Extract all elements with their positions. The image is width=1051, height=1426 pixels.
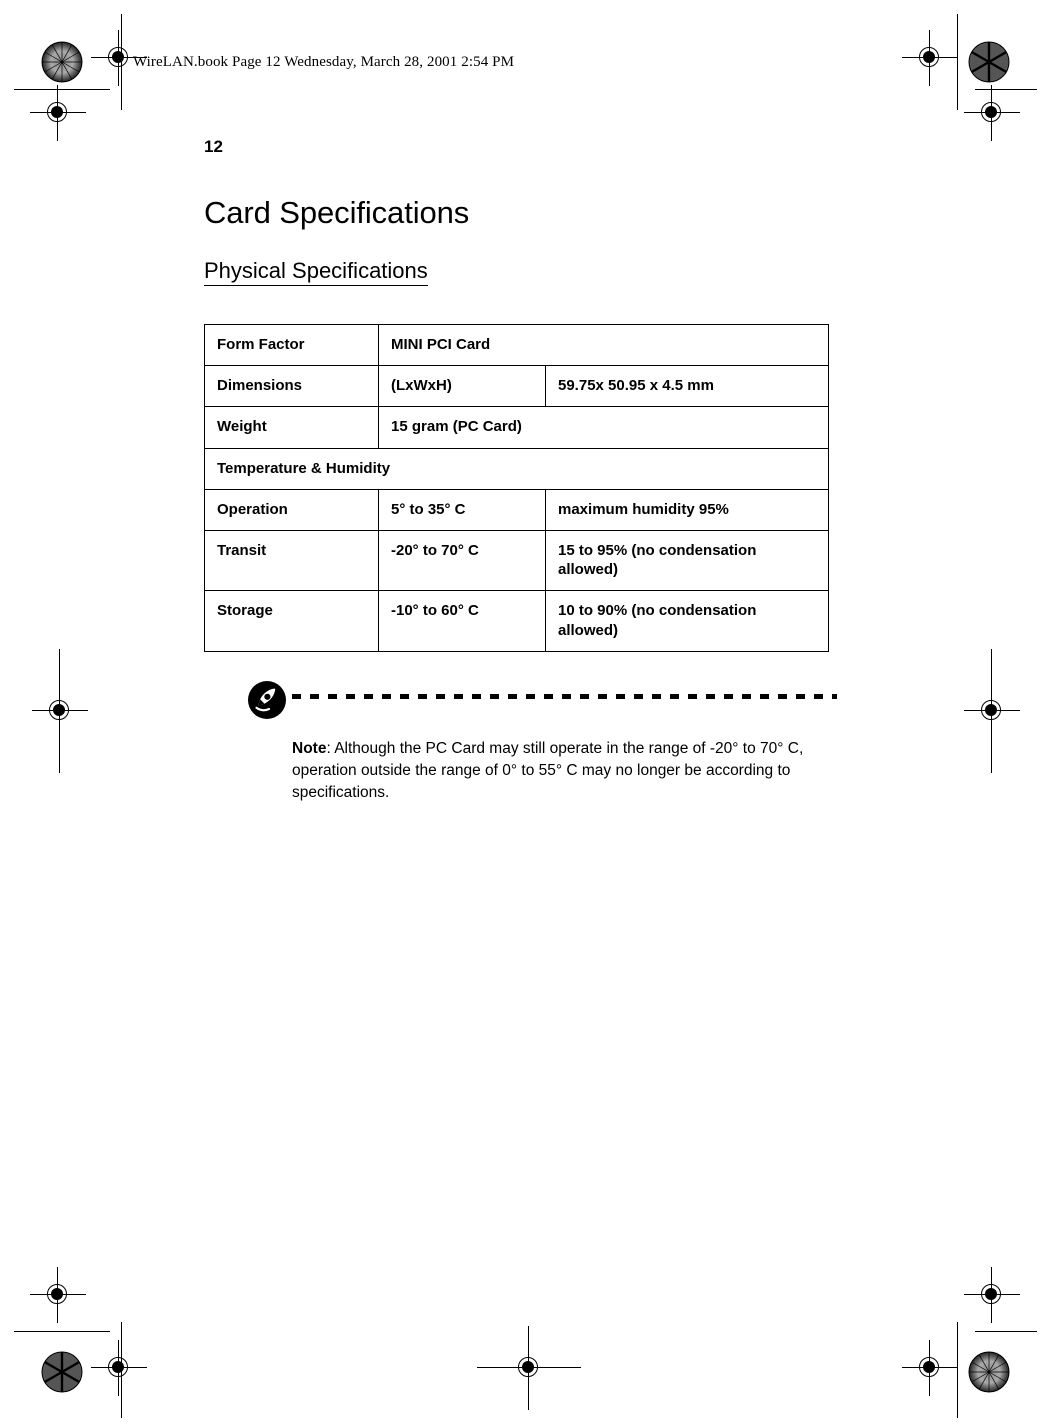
page-number: 12 — [204, 137, 223, 156]
cell-operation-temperature: 5° to 35° C — [378, 488, 546, 531]
cell-storage-humidity: 10 to 90% (no condensation allowed) — [545, 590, 829, 652]
note-divider-dashed-rule — [292, 694, 837, 699]
registration-crosshair-upper-right — [964, 85, 1020, 141]
cell-temperature-humidity-subheader: Temperature & Humidity — [204, 447, 829, 490]
section-heading: Physical Specifications — [204, 260, 428, 286]
table-row: Form Factor MINI PCI Card — [204, 323, 829, 367]
registration-crosshair-upper-left — [30, 85, 86, 141]
table-row: Weight 15 gram (PC Card) — [204, 406, 829, 449]
registration-crosshair-lower-right — [964, 1267, 1020, 1323]
cell-operation-label: Operation — [204, 488, 379, 531]
page-title: Card Specifications — [204, 195, 470, 230]
acer-note-pen-icon — [247, 680, 287, 720]
cell-form-factor-value: MINI PCI Card — [378, 323, 829, 367]
rosette-mark-bottom-right — [968, 1351, 1010, 1393]
crop-line-lower-right-horizontal — [975, 1331, 1037, 1332]
physical-specifications-table: Form Factor MINI PCI Card Dimensions (Lx… — [204, 323, 829, 652]
cell-storage-label: Storage — [204, 590, 379, 652]
note-text: Note: Although the PC Card may still ope… — [292, 738, 832, 805]
crop-line-upper-right-horizontal — [975, 89, 1037, 90]
table-row: Operation 5° to 35° C maximum humidity 9… — [204, 488, 829, 531]
registration-crosshair-bottom-center — [477, 1326, 581, 1410]
crop-line-top-left-vertical — [121, 14, 122, 110]
rosette-mark-bottom-left — [41, 1351, 83, 1393]
cell-dimensions-label: Dimensions — [204, 365, 379, 408]
cell-dimensions-value: 59.75x 50.95 x 4.5 mm — [545, 365, 829, 408]
rosette-mark-top-left — [41, 41, 83, 83]
cell-operation-humidity: maximum humidity 95% — [545, 488, 829, 531]
cell-form-factor-label: Form Factor — [204, 323, 379, 367]
registration-crosshair-mid-left — [32, 649, 88, 773]
crop-line-bottom-right-vertical — [957, 1322, 958, 1418]
registration-crosshair-lower-left — [30, 1267, 86, 1323]
cell-transit-humidity: 15 to 95% (no condensation allowed) — [545, 529, 829, 592]
crop-line-bottom-left-vertical — [121, 1322, 122, 1418]
crop-line-upper-left-horizontal — [14, 89, 110, 90]
table-row: Temperature & Humidity — [204, 447, 829, 490]
table-row: Transit -20° to 70° C 15 to 95% (no cond… — [204, 529, 829, 592]
rosette-mark-top-right — [968, 41, 1010, 83]
registration-crosshair-bottom-right — [902, 1340, 958, 1396]
cell-transit-temperature: -20° to 70° C — [378, 529, 546, 592]
cell-weight-value: 15 gram (PC Card) — [378, 406, 829, 449]
document-body: 12 Card Specifications Physical Specific… — [204, 138, 864, 652]
cell-transit-label: Transit — [204, 529, 379, 592]
note-body: : Although the PC Card may still operate… — [292, 739, 804, 802]
registration-crosshair-mid-right — [964, 649, 1020, 773]
registration-crosshair-bottom-left — [91, 1340, 147, 1396]
note-label: Note — [292, 739, 327, 757]
cell-storage-temperature: -10° to 60° C — [378, 590, 546, 652]
registration-crosshair-top-right — [902, 30, 958, 86]
table-row: Storage -10° to 60° C 10 to 90% (no cond… — [204, 590, 829, 652]
crop-line-top-right-vertical — [957, 14, 958, 110]
page-header-stamp: WireLAN.book Page 12 Wednesday, March 28… — [133, 54, 515, 70]
cell-weight-label: Weight — [204, 406, 379, 449]
table-row: Dimensions (LxWxH) 59.75x 50.95 x 4.5 mm — [204, 365, 829, 408]
crop-line-lower-left-horizontal — [14, 1331, 110, 1332]
cell-dimensions-axes: (LxWxH) — [378, 365, 546, 408]
